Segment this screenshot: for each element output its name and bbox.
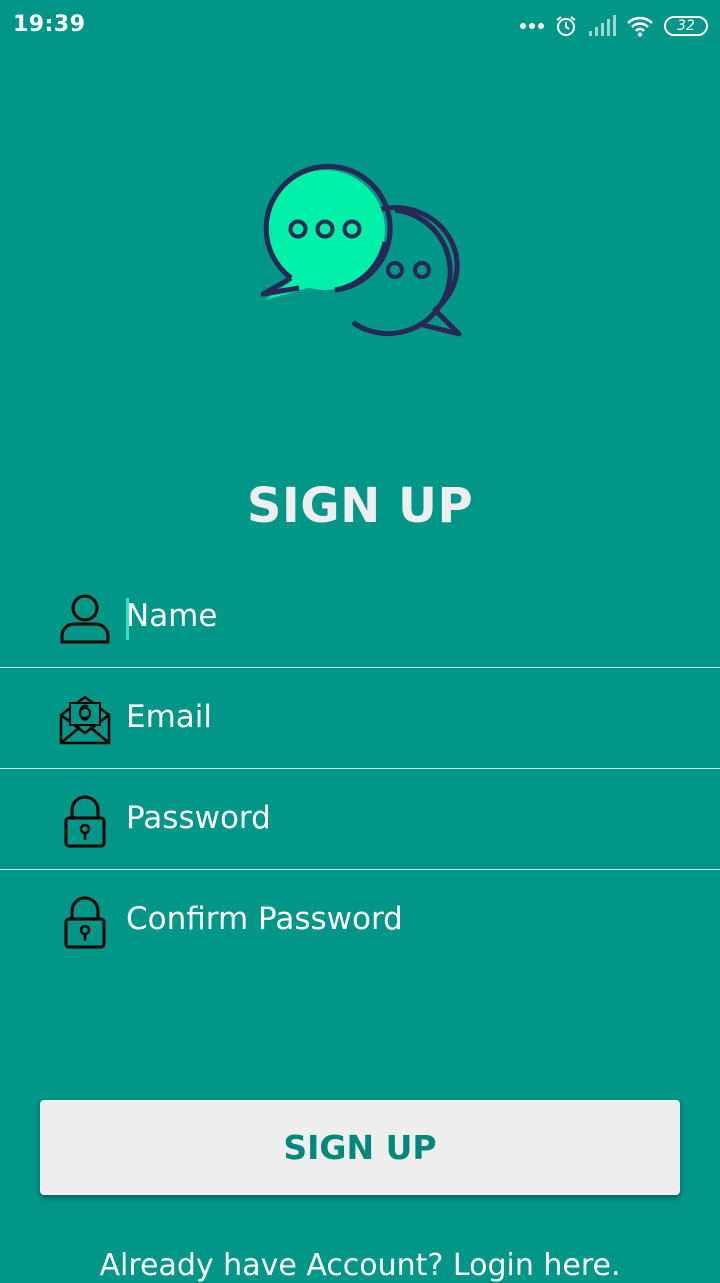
divider: [0, 869, 720, 870]
alarm-icon: [556, 16, 576, 36]
battery-icon: 32: [664, 16, 708, 36]
email-field[interactable]: Email: [0, 669, 720, 769]
name-field[interactable]: Name: [0, 568, 720, 668]
user-icon: [60, 594, 110, 644]
confirm-password-placeholder: Confirm Password: [126, 901, 403, 937]
more-dots-icon: [520, 23, 544, 29]
lock-icon: [64, 896, 106, 949]
battery-level: 32: [677, 18, 695, 34]
name-placeholder: Name: [126, 598, 218, 634]
sign-up-button[interactable]: SIGN UP: [40, 1100, 680, 1195]
password-field[interactable]: Password: [0, 770, 720, 870]
status-time: 19:39: [13, 12, 86, 37]
login-link[interactable]: Already have Account? Login here.: [0, 1248, 720, 1283]
password-placeholder: Password: [126, 800, 271, 836]
page-title: SIGN UP: [246, 478, 474, 534]
status-bar: 19:39 32: [0, 0, 720, 52]
divider: [0, 667, 720, 668]
confirm-password-field[interactable]: Confirm Password: [0, 871, 720, 971]
mail-icon: [59, 695, 111, 745]
status-icons: 32: [520, 10, 708, 42]
divider: [0, 768, 720, 769]
signal-icon: [589, 15, 616, 36]
chat-bubbles-icon: [260, 163, 462, 337]
email-placeholder: Email: [126, 699, 213, 735]
lock-icon: [64, 795, 106, 848]
wifi-icon: [627, 16, 653, 37]
